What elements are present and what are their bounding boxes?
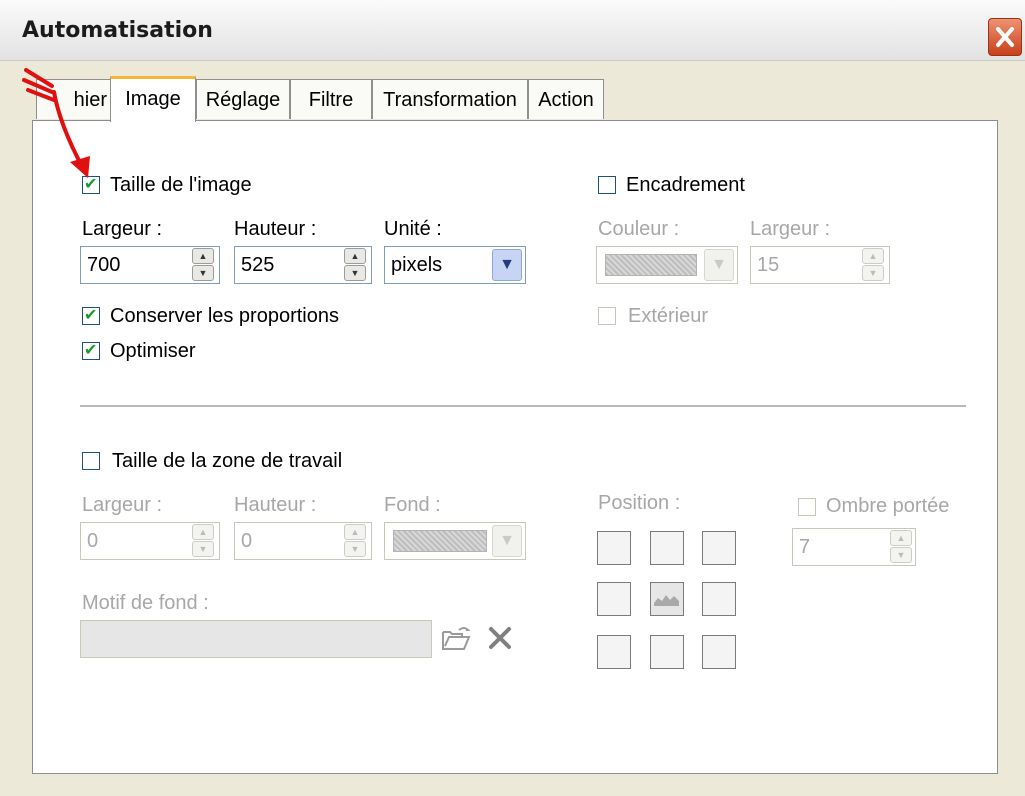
section-separator: [80, 405, 966, 407]
title-bar: Automatisation: [0, 0, 1025, 61]
tab-label: Transformation: [383, 89, 517, 111]
optimize-label: Optimiser: [110, 340, 196, 362]
frame-outside-checkbox[interactable]: [598, 307, 616, 325]
frame-color-label: Couleur :: [598, 218, 680, 240]
spin-down-icon[interactable]: ▼: [890, 547, 912, 563]
unit-dropdown-button[interactable]: ▼: [492, 249, 522, 281]
position-middle-left[interactable]: [597, 582, 631, 616]
height-spinner[interactable]: ▲ ▼: [344, 248, 366, 282]
spin-down-icon[interactable]: ▼: [344, 265, 366, 281]
shadow-spinner[interactable]: ▲ ▼: [890, 530, 912, 564]
spin-up-icon[interactable]: ▲: [862, 248, 884, 264]
shadow-label: Ombre portée: [826, 495, 950, 517]
position-bottom-center[interactable]: [650, 635, 684, 669]
canvas-height-spinner[interactable]: ▲ ▼: [344, 524, 366, 558]
checkmark-icon: ✔: [84, 305, 98, 324]
tab-action[interactable]: Action: [528, 79, 604, 119]
tab-label: Action: [538, 89, 594, 111]
tab-label: Filtre: [308, 89, 354, 111]
frame-label: Encadrement: [626, 174, 745, 196]
position-bottom-left[interactable]: [597, 635, 631, 669]
width-value: 700: [87, 254, 121, 276]
tab-label: Réglage: [205, 89, 281, 111]
canvas-size-checkbox[interactable]: [82, 452, 100, 470]
chevron-down-icon: ▼: [711, 256, 727, 273]
keep-proportions-label: Conserver les proportions: [110, 305, 339, 327]
canvas-background-label: Fond :: [384, 494, 441, 516]
close-icon: [996, 27, 1014, 47]
chevron-down-icon: ▼: [499, 256, 515, 273]
canvas-size-label: Taille de la zone de travail: [112, 450, 343, 472]
checkmark-icon: ✔: [84, 340, 98, 359]
keep-proportions-checkbox[interactable]: ✔: [82, 305, 100, 325]
canvas-width-value: 0: [87, 530, 99, 552]
height-label: Hauteur :: [234, 218, 317, 240]
frame-checkbox[interactable]: [598, 176, 616, 194]
spin-up-icon[interactable]: ▲: [192, 524, 214, 540]
spin-up-icon[interactable]: ▲: [192, 248, 214, 264]
image-size-label: Taille de l'image: [110, 174, 252, 196]
frame-color-dropdown-button[interactable]: ▼: [704, 249, 734, 281]
canvas-background-dropdown-button[interactable]: ▼: [492, 525, 522, 557]
spin-down-icon[interactable]: ▼: [192, 541, 214, 557]
tab-filtre[interactable]: Filtre: [290, 79, 372, 119]
canvas-height-value: 0: [241, 530, 253, 552]
unit-value: pixels: [391, 254, 443, 276]
frame-width-value: 15: [757, 254, 780, 276]
canvas-background-swatch: [393, 530, 487, 552]
width-spinner[interactable]: ▲ ▼: [192, 248, 214, 282]
spin-up-icon[interactable]: ▲: [344, 248, 366, 264]
pattern-input[interactable]: [80, 620, 432, 658]
position-top-center[interactable]: [650, 531, 684, 565]
tab-label: Image: [125, 88, 181, 110]
shadow-checkbox[interactable]: [798, 498, 816, 516]
frame-width-label: Largeur :: [750, 218, 831, 240]
tab-panel-image: [32, 120, 998, 774]
frame-outside-label: Extérieur: [628, 305, 709, 327]
canvas-width-spinner[interactable]: ▲ ▼: [192, 524, 214, 558]
spin-up-icon[interactable]: ▲: [344, 524, 366, 540]
tab-image[interactable]: Image: [110, 76, 196, 122]
spin-up-icon[interactable]: ▲: [890, 530, 912, 546]
height-value: 525: [241, 254, 275, 276]
window-title: Automatisation: [22, 18, 213, 43]
position-top-left[interactable]: [597, 531, 631, 565]
delete-x-icon[interactable]: [487, 626, 513, 650]
image-thumbnail-icon: [654, 595, 679, 606]
position-top-right[interactable]: [702, 531, 736, 565]
chevron-down-icon: ▼: [499, 532, 515, 549]
position-bottom-right[interactable]: [702, 635, 736, 669]
spin-down-icon[interactable]: ▼: [344, 541, 366, 557]
shadow-value: 7: [799, 536, 811, 558]
position-center[interactable]: [650, 582, 684, 616]
width-label: Largeur :: [82, 218, 163, 240]
tab-transformation[interactable]: Transformation: [372, 79, 528, 119]
frame-width-spinner[interactable]: ▲ ▼: [862, 248, 884, 282]
spin-down-icon[interactable]: ▼: [862, 265, 884, 281]
unit-label: Unité :: [384, 218, 442, 240]
canvas-height-label: Hauteur :: [234, 494, 317, 516]
close-button[interactable]: [988, 18, 1022, 56]
spin-down-icon[interactable]: ▼: [192, 265, 214, 281]
frame-color-swatch: [605, 254, 697, 276]
position-label: Position :: [598, 492, 681, 514]
optimize-checkbox[interactable]: ✔: [82, 340, 100, 360]
tab-reglage[interactable]: Réglage: [196, 79, 290, 119]
folder-open-icon[interactable]: [440, 624, 472, 652]
canvas-width-label: Largeur :: [82, 494, 163, 516]
position-middle-right[interactable]: [702, 582, 736, 616]
annotation-arrows-icon: [22, 68, 90, 178]
pattern-label: Motif de fond :: [82, 592, 209, 614]
